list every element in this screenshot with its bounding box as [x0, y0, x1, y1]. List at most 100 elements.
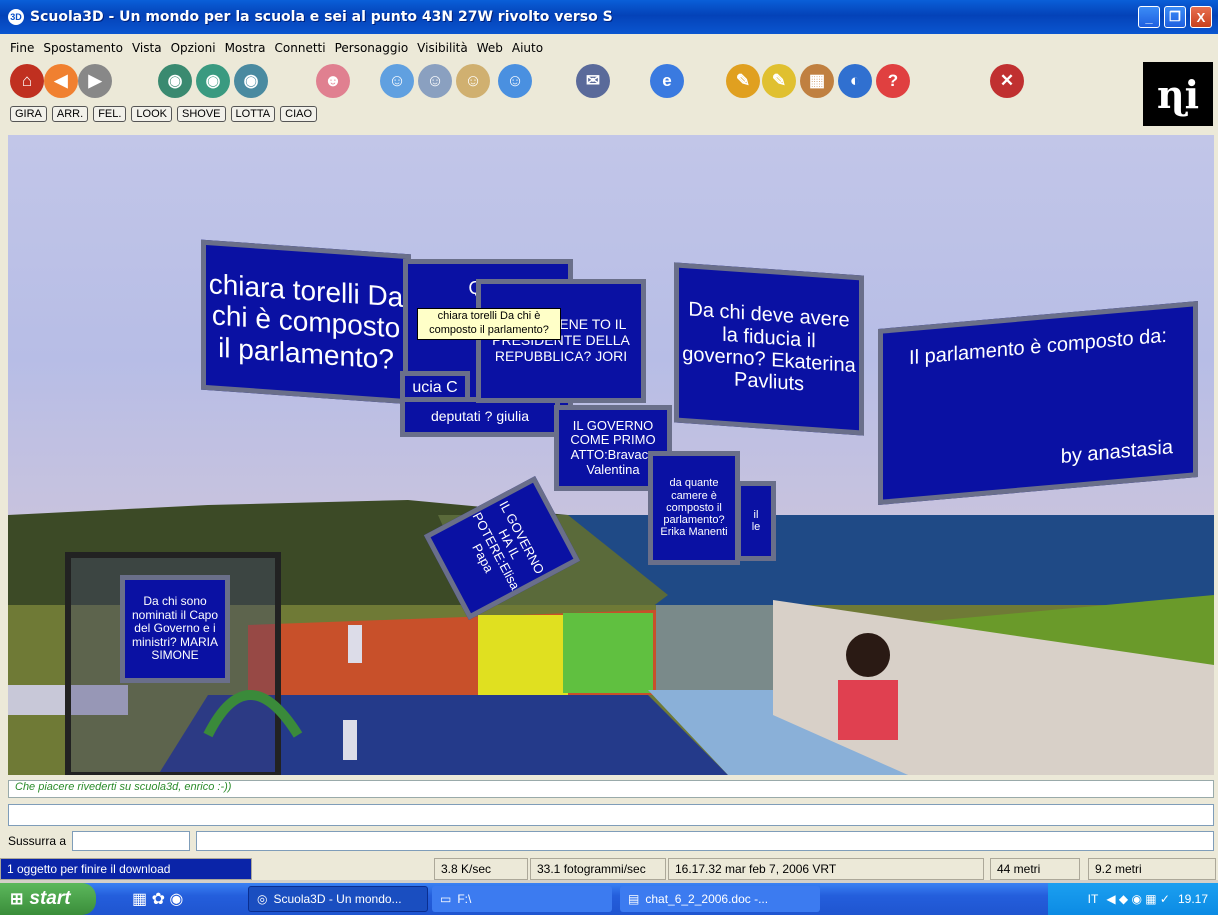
world-icon[interactable]: ◐ [838, 64, 872, 98]
taskbar: ⊞ start ▦ ✿ ◉ ◎ Scuola3D - Un mondo... ▭… [0, 883, 1218, 915]
photo-board [656, 605, 776, 695]
person-icon[interactable]: ☺ [456, 64, 490, 98]
status-datetime: 16.17.32 mar feb 7, 2006 VRT [668, 858, 984, 880]
view-third-icon[interactable]: ◉ [196, 64, 230, 98]
menu-visibilita[interactable]: Visibilità [417, 41, 468, 55]
start-button[interactable]: ⊞ start [0, 883, 96, 915]
application-window: 3D Scuola3D - Un mondo per la scuola e s… [0, 0, 1218, 880]
status-distance-2: 9.2 metri [1088, 858, 1216, 880]
app-logo: ɳi [1143, 62, 1213, 126]
view-front-icon[interactable]: ◉ [234, 64, 268, 98]
users-icon[interactable]: ☺ [498, 64, 532, 98]
avatar-dance-icon[interactable]: ☻ [316, 64, 350, 98]
drive-icon: ▭ [440, 892, 452, 906]
avatar-1 [348, 625, 362, 663]
start-label: start [29, 888, 71, 909]
gesture-look-button[interactable]: LOOK [131, 106, 172, 122]
menu-bar: Fine Spostamento Vista Opzioni Mostra Co… [0, 38, 543, 58]
menu-mostra[interactable]: Mostra [225, 41, 266, 55]
panel-maria-text: Da chi sono nominati il Capo del Governo… [131, 594, 219, 663]
panel-anastasia-author: by anastasia [1060, 435, 1173, 468]
map-icon[interactable]: ▦ [800, 64, 834, 98]
panel-chiara-text: chiara torelli Da chi è composto il parl… [208, 268, 404, 375]
green-board [563, 613, 653, 693]
gesture-ciao-button[interactable]: CIAO [280, 106, 318, 122]
panel-small[interactable]: il le [736, 481, 776, 561]
task-doc-label: chat_6_2_2006.doc -... [645, 892, 769, 906]
scuola3d-task-icon: ◎ [257, 892, 268, 906]
status-distance-1: 44 metri [990, 858, 1080, 880]
panel-anastasia-title: Il parlamento è composto da: [909, 324, 1167, 370]
panel-ucia-text: ucia C [412, 379, 458, 397]
panel-small-text-1: il [753, 508, 759, 521]
fly-icon[interactable]: ☺ [380, 64, 414, 98]
teleport-icon[interactable]: ☺ [418, 64, 452, 98]
whisper-select[interactable] [72, 831, 191, 851]
panel-giulia-text: deputati ? giulia [430, 408, 530, 425]
menu-aiuto[interactable]: Aiuto [512, 41, 543, 55]
panel-giulia[interactable]: deputati ? giulia [400, 397, 560, 437]
menu-fine[interactable]: Fine [10, 41, 34, 55]
title-bar[interactable]: 3D Scuola3D - Un mondo per la scuola e s… [0, 0, 1218, 34]
clock: 19.17 [1177, 892, 1208, 906]
gesture-lotta-button[interactable]: LOTTA [230, 106, 276, 122]
student-figure [846, 633, 890, 677]
gesture-shove-button[interactable]: SHOVE [177, 106, 226, 122]
menu-opzioni[interactable]: Opzioni [171, 41, 216, 55]
task-doc[interactable]: ▤ chat_6_2_2006.doc -... [620, 886, 820, 912]
view-first-icon[interactable]: ◉ [158, 64, 192, 98]
quicklaunch-icons[interactable]: ▦ ✿ ◉ [132, 889, 183, 909]
word-doc-icon: ▤ [628, 892, 640, 906]
menu-connetti[interactable]: Connetti [275, 41, 326, 55]
task-scuola3d[interactable]: ◎ Scuola3D - Un mondo... [248, 886, 428, 912]
maximize-button[interactable]: ❐ [1164, 6, 1186, 28]
panel-maria[interactable]: Da chi sono nominati il Capo del Governo… [120, 575, 230, 683]
menu-vista[interactable]: Vista [132, 41, 162, 55]
menu-spostamento[interactable]: Spostamento [43, 41, 123, 55]
close-button[interactable]: X [1190, 6, 1212, 28]
home-icon[interactable]: ⌂ [10, 64, 44, 98]
toolbar: ⌂ ◀ ▶ ◉ ◉ ◉ ☻ ☺ ☺ ☺ ☺ ✉ e ✎ ✎ ▦ ◐? ✕ [0, 60, 1218, 102]
task-folder-label: F:\ [457, 892, 472, 906]
panel-chiara[interactable]: chiara torelli Da chi è composto il parl… [201, 239, 411, 405]
chat-input[interactable] [8, 804, 1214, 826]
chat-icon[interactable]: ✉ [576, 64, 610, 98]
panel-anastasia[interactable]: Il parlamento è composto da: by anastasi… [878, 301, 1198, 505]
whisper-row: Sussurra a [8, 830, 1214, 852]
panel-ekaterina[interactable]: Da chi deve avere la fiducia il governo?… [674, 262, 864, 436]
stop-icon[interactable]: ✕ [990, 64, 1024, 98]
whisper-label: Sussurra a [8, 834, 67, 848]
windows-flag-icon: ⊞ [10, 891, 24, 908]
back-icon[interactable]: ◀ [44, 64, 78, 98]
gesture-fel-button[interactable]: FEL. [93, 106, 127, 122]
gesture-gira-button[interactable]: GIRA [10, 106, 47, 122]
tray-icons[interactable]: ◀ ◆ ◉ ▦ ✓ [1106, 892, 1170, 906]
status-fps: 33.1 fotogrammi/sec [530, 858, 666, 880]
menu-web[interactable]: Web [477, 41, 503, 55]
panel-erika[interactable]: da quante camere è composto il parlament… [648, 451, 740, 565]
panel-elisa-text: IL GOVERNO HA IL POTERE:Elisa Papa [469, 498, 548, 593]
status-bar: 1 oggetto per finire il download 3.8 K/s… [0, 858, 1218, 880]
panel-jori[interactable]: DA CHI VIENE TO IL PRESIDENTE DELLA REPU… [476, 279, 646, 403]
minimize-button[interactable]: _ [1138, 6, 1160, 28]
help-icon[interactable]: ? [876, 64, 910, 98]
build-icon[interactable]: ✎ [726, 64, 760, 98]
system-tray: IT ◀ ◆ ◉ ▦ ✓ 19.17 [1048, 883, 1218, 915]
language-indicator[interactable]: IT [1088, 892, 1099, 906]
task-scuola3d-label: Scuola3D - Un mondo... [273, 892, 402, 906]
window-title: Scuola3D - Un mondo per la scuola e sei … [30, 9, 613, 25]
edit-icon[interactable]: ✎ [762, 64, 796, 98]
task-folder[interactable]: ▭ F:\ [432, 886, 612, 912]
avatar-2 [343, 720, 357, 760]
app-icon: 3D [8, 9, 24, 25]
yellow-board [478, 615, 568, 695]
whisper-field[interactable] [196, 831, 1214, 851]
forward-icon[interactable]: ▶ [78, 64, 112, 98]
panel-small-text-2: le [751, 521, 761, 533]
3d-viewport[interactable]: chiara torelli Da chi è composto il parl… [8, 135, 1214, 775]
chat-output: Che piacere rivederti su scuola3d, enric… [8, 780, 1214, 798]
gesture-arr-button[interactable]: ARR. [51, 106, 89, 122]
menu-personaggio[interactable]: Personaggio [335, 41, 409, 55]
object-tooltip: chiara torelli Da chi è composto il parl… [417, 308, 561, 340]
web-icon[interactable]: e [650, 64, 684, 98]
